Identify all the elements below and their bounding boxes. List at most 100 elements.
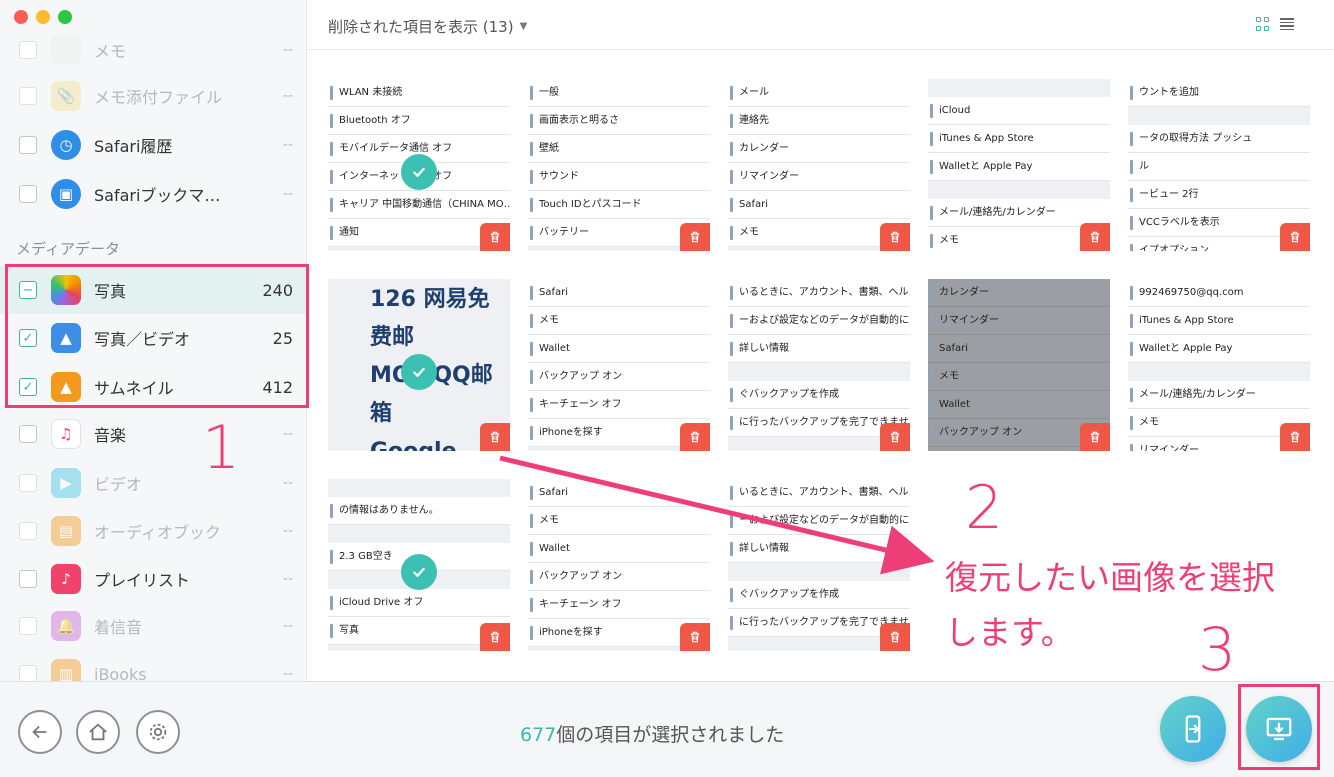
thumbnail-item[interactable]: カレンダーリマインダーSafariメモWalletバックアップ オンキーチェーン [928, 279, 1110, 451]
thumbnail-text-line [928, 181, 1110, 199]
thumbnail-item[interactable]: 992469750@qq.com iTunes & App Store Wallet… [1128, 279, 1310, 451]
thumbnail-text-line [1128, 363, 1310, 381]
sidebar-item-safari-history[interactable]: ◷ Safari履歴 -- [0, 121, 306, 169]
thumbnail-text-line: ぐバックアップを作成 [728, 381, 910, 409]
selection-status-text: 個の項目が選択されました [556, 724, 785, 746]
trash-icon[interactable] [480, 223, 510, 251]
trash-icon[interactable] [880, 623, 910, 651]
trash-icon[interactable] [880, 423, 910, 451]
sidebar-item-label: オーディオブック [94, 523, 221, 542]
zoom-window-button[interactable] [58, 10, 72, 24]
thumbnail-item[interactable]: の情報はありません。 2.3 GB空き iCloud Drive オフ 写真 [328, 479, 510, 651]
sidebar-item-label: Safari履歴 [94, 137, 173, 156]
ibooks-checkbox[interactable] [19, 665, 37, 681]
sidebar-item-label: ビデオ [94, 475, 143, 494]
thumbnail-item[interactable]: Safari メモ Wallet バックアップ オン キーチェーン オフ iPhoneを探… [528, 479, 710, 651]
trash-icon[interactable] [680, 423, 710, 451]
ringtone-checkbox[interactable] [19, 617, 37, 635]
thumbnail-text-line: メモ [528, 307, 710, 335]
safari-history-checkbox[interactable] [19, 136, 37, 154]
sidebar-item-label: メモ添付ファイル [94, 88, 223, 107]
home-button[interactable] [76, 710, 120, 754]
thumbnail-item[interactable]: いるときに、アカウント、書類、ヘルスケアデータ、ーおよび設定などのデータが自動的… [728, 279, 910, 451]
thumbnail-text-line: バックアップ オン [528, 363, 710, 391]
thumbnail-text-line: Walletと Apple Pay [928, 153, 1110, 181]
back-arrow-icon [32, 725, 47, 739]
thumbnail-text-line: Wallet [928, 391, 1110, 419]
audiobook-checkbox[interactable] [19, 522, 37, 540]
paperclip-icon: 📎 [51, 81, 81, 111]
view-filter-dropdown[interactable]: 削除された項目を表示 (13) ▼ [328, 16, 527, 37]
thumbnail-text-line [328, 479, 510, 497]
trash-icon[interactable] [880, 223, 910, 251]
list-view-icon[interactable] [1280, 17, 1294, 31]
view-filter-label: 削除された項目を表示 (13) [328, 18, 514, 36]
thumbnail-text-line [728, 363, 910, 381]
trash-icon[interactable] [1280, 223, 1310, 251]
sidebar-item-memo-attachments[interactable]: 📎 メモ添付ファイル -- [0, 72, 306, 120]
thumbnail-item[interactable]: Safari メモ Wallet バックアップ オン キーチェーン オフ iPhoneを探… [528, 279, 710, 451]
sidebar-item-ringtone[interactable]: 🔔 着信音 -- [0, 602, 306, 650]
section-label-media: メディアデータ [16, 240, 120, 258]
memo-attachments-checkbox[interactable] [19, 87, 37, 105]
sidebar-item-playlist[interactable]: ♪ プレイリスト -- [0, 555, 306, 603]
settings-button[interactable] [136, 710, 180, 754]
thumbnail-text-line: キーチェーン オフ [528, 391, 710, 419]
playlist-checkbox[interactable] [19, 570, 37, 588]
settings-gear-icon [149, 723, 167, 741]
trash-icon[interactable] [1280, 423, 1310, 451]
checkmark-icon[interactable] [401, 554, 437, 590]
thumbnail-content: Safari メモ Wallet バックアップ オン キーチェーン オフ iPhoneを探… [528, 479, 710, 647]
trash-icon[interactable] [1080, 223, 1110, 251]
trash-icon[interactable] [680, 623, 710, 651]
thumbnail-text-line: ータの取得方法 プッシュ [1128, 125, 1310, 153]
memo-checkbox[interactable] [19, 41, 37, 59]
thumbnail-text-line: Safari [728, 191, 910, 219]
sidebar-item-safari-bookmarks[interactable]: ▣ Safariブックマ… -- [0, 170, 306, 218]
thumbnail-item[interactable]: いるときに、アカウント、書類、ヘルスケアデータ、ーおよび設定などのデータが自動的… [728, 479, 910, 651]
sidebar-item-label: メモ [94, 42, 127, 61]
to-device-button[interactable] [1160, 696, 1226, 762]
trash-icon[interactable] [480, 623, 510, 651]
close-window-button[interactable] [14, 10, 28, 24]
checkmark-icon[interactable] [401, 154, 437, 190]
ibooks-icon: ▥ [51, 659, 81, 681]
safari-bookmarks-checkbox[interactable] [19, 185, 37, 203]
minimize-window-button[interactable] [36, 10, 50, 24]
thumbnail-text-line: 壁紙 [528, 135, 710, 163]
checkmark-icon[interactable] [401, 354, 437, 390]
sidebar-item-music[interactable]: ♫ 音楽 -- [0, 410, 306, 458]
sidebar-item-count: -- [282, 426, 293, 442]
music-checkbox[interactable] [19, 425, 37, 443]
thumbnail-text-line: メール [728, 79, 910, 107]
safari-history-icon: ◷ [51, 130, 81, 160]
thumbnail-text-line [928, 79, 1110, 97]
thumbnail-text-line: Wallet [528, 535, 710, 563]
music-icon: ♫ [51, 419, 81, 449]
sidebar-item-video[interactable]: ▶ ビデオ -- [0, 459, 306, 507]
thumbnail-text-line: ーおよび設定などのデータが自動的にバックアップ [728, 307, 910, 335]
main-header: 削除された項目を表示 (13) ▼ [308, 0, 1334, 50]
thumbnail-text-line: メモ [528, 507, 710, 535]
sidebar-item-count: -- [282, 523, 293, 539]
grid-view-icon[interactable] [1256, 17, 1270, 31]
thumbnail-text-line: 詳しい情報 [728, 535, 910, 563]
annotation-highlight-box-3 [1238, 684, 1320, 770]
thumbnail-text-line: Safari [528, 279, 710, 307]
sidebar-item-ibooks[interactable]: ▥ iBooks -- [0, 650, 306, 681]
thumbnail-text-line: バックアップ オン [528, 563, 710, 591]
thumbnail-item[interactable]: 126 网易免费邮MOil QQ邮箱GoogleYAHOO!Aol. [328, 279, 510, 451]
trash-icon[interactable] [480, 423, 510, 451]
thumbnail-text-line: リマインダー [928, 307, 1110, 335]
trash-icon[interactable] [1080, 423, 1110, 451]
video-checkbox[interactable] [19, 474, 37, 492]
thumbnail-item[interactable]: iCloud iTunes & App Store Walletと Apple Pa… [928, 79, 1110, 251]
thumbnail-item[interactable]: メール 連絡先 カレンダー リマインダー Safari メモ [728, 79, 910, 251]
sidebar-item-memo[interactable]: メモ -- [0, 26, 306, 74]
thumbnail-item[interactable]: 一般 画面表示と明るさ 壁紙 サウンド Touch IDとパスコード バッテリー [528, 79, 710, 251]
trash-icon[interactable] [680, 223, 710, 251]
back-button[interactable] [18, 710, 62, 754]
thumbnail-item[interactable]: ウントを追加 ータの取得方法 プッシュルービュー 2行 VCCラベルを表示 イプオプシ… [1128, 79, 1310, 251]
sidebar-item-audiobook[interactable]: ▤ オーディオブック -- [0, 507, 306, 555]
thumbnail-item[interactable]: WLAN 未接続 Bluetooth オフ モバイルデータ通信 オフ インターネット共… [328, 79, 510, 251]
